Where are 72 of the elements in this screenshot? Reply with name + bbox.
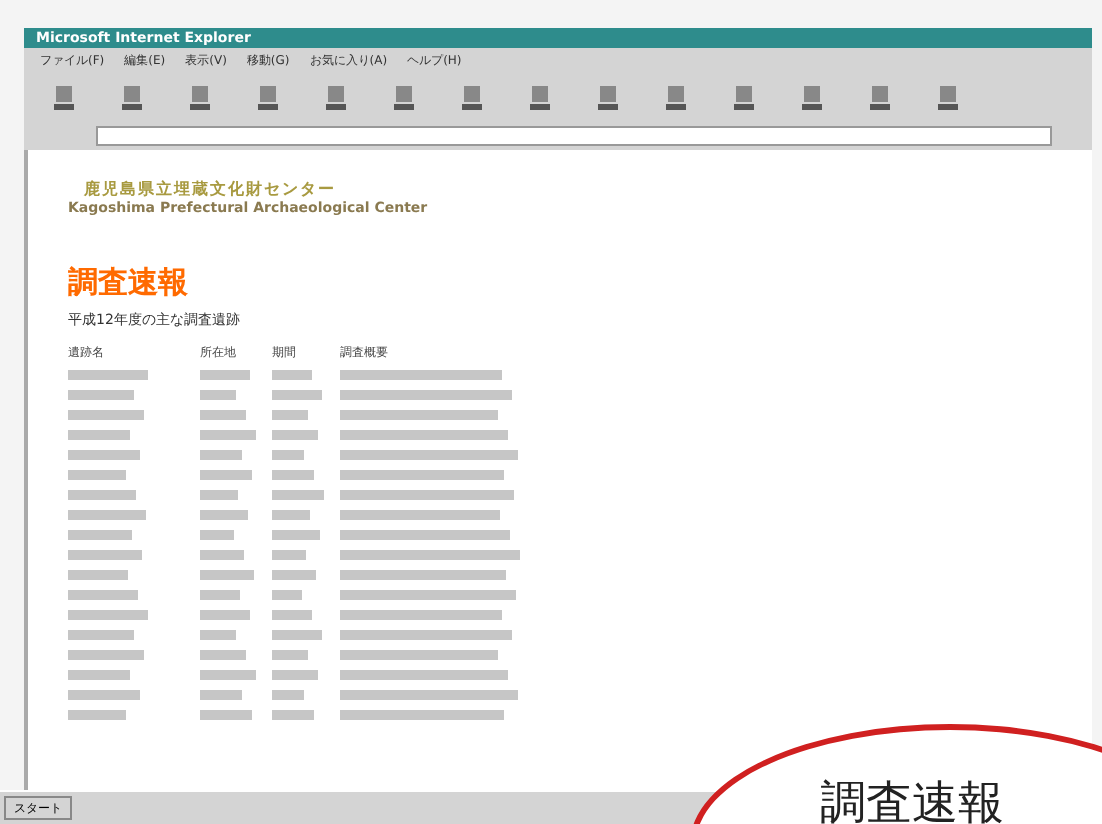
toolbar-icon[interactable] bbox=[528, 84, 552, 112]
blurred-text bbox=[272, 610, 312, 620]
blurred-text bbox=[68, 550, 142, 560]
blurred-text bbox=[200, 510, 248, 520]
blurred-text bbox=[200, 590, 240, 600]
blurred-text bbox=[68, 410, 144, 420]
toolbar-icon[interactable] bbox=[324, 84, 348, 112]
blurred-text bbox=[272, 670, 318, 680]
blurred-text bbox=[272, 490, 324, 500]
toolbar-icon[interactable] bbox=[732, 84, 756, 112]
blurred-text bbox=[68, 490, 136, 500]
blurred-text bbox=[200, 570, 254, 580]
toolbar-icon[interactable] bbox=[460, 84, 484, 112]
blurred-text bbox=[68, 570, 128, 580]
blurred-text bbox=[272, 590, 302, 600]
toolbar-icon[interactable] bbox=[52, 84, 76, 112]
blurred-text bbox=[200, 690, 242, 700]
toolbar-icon[interactable] bbox=[868, 84, 892, 112]
blurred-text bbox=[272, 710, 314, 720]
blurred-text bbox=[272, 410, 308, 420]
blurred-text bbox=[68, 470, 126, 480]
toolbar-icon[interactable] bbox=[800, 84, 824, 112]
toolbar-icon[interactable] bbox=[120, 84, 144, 112]
blurred-text bbox=[272, 450, 304, 460]
blurred-text bbox=[200, 530, 234, 540]
blurred-text bbox=[200, 370, 250, 380]
toolbar-icon[interactable] bbox=[664, 84, 688, 112]
blurred-text bbox=[68, 670, 130, 680]
blurred-text bbox=[68, 510, 146, 520]
blurred-text bbox=[272, 550, 306, 560]
blurred-text bbox=[200, 550, 244, 560]
blurred-text bbox=[68, 650, 144, 660]
blurred-text bbox=[200, 490, 238, 500]
callout-text: 調査速報 bbox=[820, 776, 1004, 824]
toolbar-icon[interactable] bbox=[392, 84, 416, 112]
blurred-text bbox=[68, 430, 130, 440]
blurred-text bbox=[272, 430, 318, 440]
address-field[interactable] bbox=[96, 126, 1052, 146]
page-heading: 調査速報 bbox=[68, 264, 190, 302]
blurred-text bbox=[68, 390, 134, 400]
blurred-text bbox=[272, 650, 308, 660]
blurred-text bbox=[68, 530, 132, 540]
blurred-text bbox=[68, 690, 140, 700]
blurred-text bbox=[272, 630, 322, 640]
logo-text: 鹿児島県立埋蔵文化財センター bbox=[82, 178, 338, 200]
blurred-text bbox=[200, 430, 256, 440]
blurred-text bbox=[200, 410, 246, 420]
blurred-text bbox=[272, 370, 312, 380]
blurred-text bbox=[68, 610, 148, 620]
blurred-text bbox=[68, 590, 138, 600]
blurred-text bbox=[68, 630, 134, 640]
toolbar-icon[interactable] bbox=[256, 84, 280, 112]
blurred-text bbox=[200, 650, 246, 660]
blurred-text bbox=[272, 690, 304, 700]
blurred-text bbox=[272, 530, 320, 540]
toolbar-icon[interactable] bbox=[188, 84, 212, 112]
blurred-text bbox=[272, 470, 314, 480]
blurred-text bbox=[200, 610, 250, 620]
blurred-text bbox=[200, 450, 242, 460]
toolbar-icon[interactable] bbox=[596, 84, 620, 112]
blurred-text bbox=[200, 470, 252, 480]
blurred-text bbox=[200, 670, 256, 680]
blurred-text bbox=[200, 710, 252, 720]
blurred-text bbox=[68, 370, 148, 380]
blurred-text bbox=[68, 450, 140, 460]
blurred-text bbox=[68, 710, 126, 720]
blurred-text bbox=[272, 390, 322, 400]
blurred-text bbox=[272, 510, 310, 520]
blurred-text bbox=[200, 630, 236, 640]
toolbar-icon[interactable] bbox=[936, 84, 960, 112]
blurred-text bbox=[200, 390, 236, 400]
blurred-text bbox=[272, 570, 316, 580]
